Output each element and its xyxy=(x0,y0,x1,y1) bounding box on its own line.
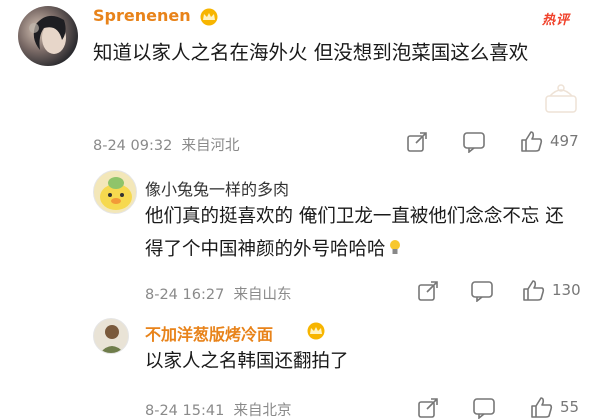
location: 来自河北 xyxy=(181,138,240,154)
time: 8-24 15:41 xyxy=(145,403,225,419)
location: 来自山东 xyxy=(233,287,292,303)
lightbulb-emoji-icon xyxy=(389,240,400,254)
duck-avatar-image xyxy=(100,177,132,210)
comment-text: 以家人之名韩国还翻拍了 xyxy=(145,351,349,372)
timestamp: 8-24 16:27 来自山东 xyxy=(145,283,292,304)
like-button[interactable]: 55 xyxy=(530,396,579,418)
username[interactable]: 不加洋葱版烤冷面 xyxy=(145,321,273,345)
like-count: 55 xyxy=(560,398,580,416)
share-icon[interactable] xyxy=(417,280,439,302)
avatar[interactable] xyxy=(18,6,78,66)
thumbs-up-icon xyxy=(531,397,553,418)
comment-icon[interactable] xyxy=(462,131,486,153)
time: 8-24 09:32 xyxy=(93,138,173,154)
person-avatar-image xyxy=(100,325,124,353)
like-count: 130 xyxy=(552,281,581,299)
like-count: 497 xyxy=(550,132,579,150)
crown-icon xyxy=(307,322,325,340)
location: 来自北京 xyxy=(233,403,292,419)
avatar-image xyxy=(29,15,66,54)
timestamp: 8-24 09:32 来自河北 xyxy=(93,134,240,155)
avatar[interactable] xyxy=(93,318,129,354)
cake-sticker-icon xyxy=(545,84,577,113)
thumbs-up-icon xyxy=(521,131,543,152)
time: 8-24 16:27 xyxy=(145,287,225,303)
comment-icon[interactable] xyxy=(470,280,494,302)
username[interactable]: 像小兔兔一样的多肉 xyxy=(145,176,289,200)
share-icon[interactable] xyxy=(406,131,428,153)
username[interactable]: Sprenenen xyxy=(93,6,191,25)
comment-text: 他们真的挺喜欢的 俺们卫龙一直被他们念念不忘 还得了个中国神颜的外号哈哈哈 xyxy=(145,200,565,266)
thumbs-up-icon xyxy=(523,280,545,301)
like-button[interactable]: 497 xyxy=(520,130,579,152)
hot-comment-badge: 热评 xyxy=(542,13,571,28)
crown-icon xyxy=(200,8,218,26)
comment-text-content: 他们真的挺喜欢的 俺们卫龙一直被他们念念不忘 还得了个中国神颜的外号哈哈哈 xyxy=(145,206,564,260)
like-button[interactable]: 130 xyxy=(522,279,581,301)
avatar[interactable] xyxy=(93,170,137,214)
timestamp: 8-24 15:41 来自北京 xyxy=(145,399,292,419)
comment-icon[interactable] xyxy=(472,397,496,419)
share-icon[interactable] xyxy=(417,397,439,419)
comment-text: 知道以家人之名在海外火 但没想到泡菜国这么喜欢 xyxy=(93,41,529,64)
